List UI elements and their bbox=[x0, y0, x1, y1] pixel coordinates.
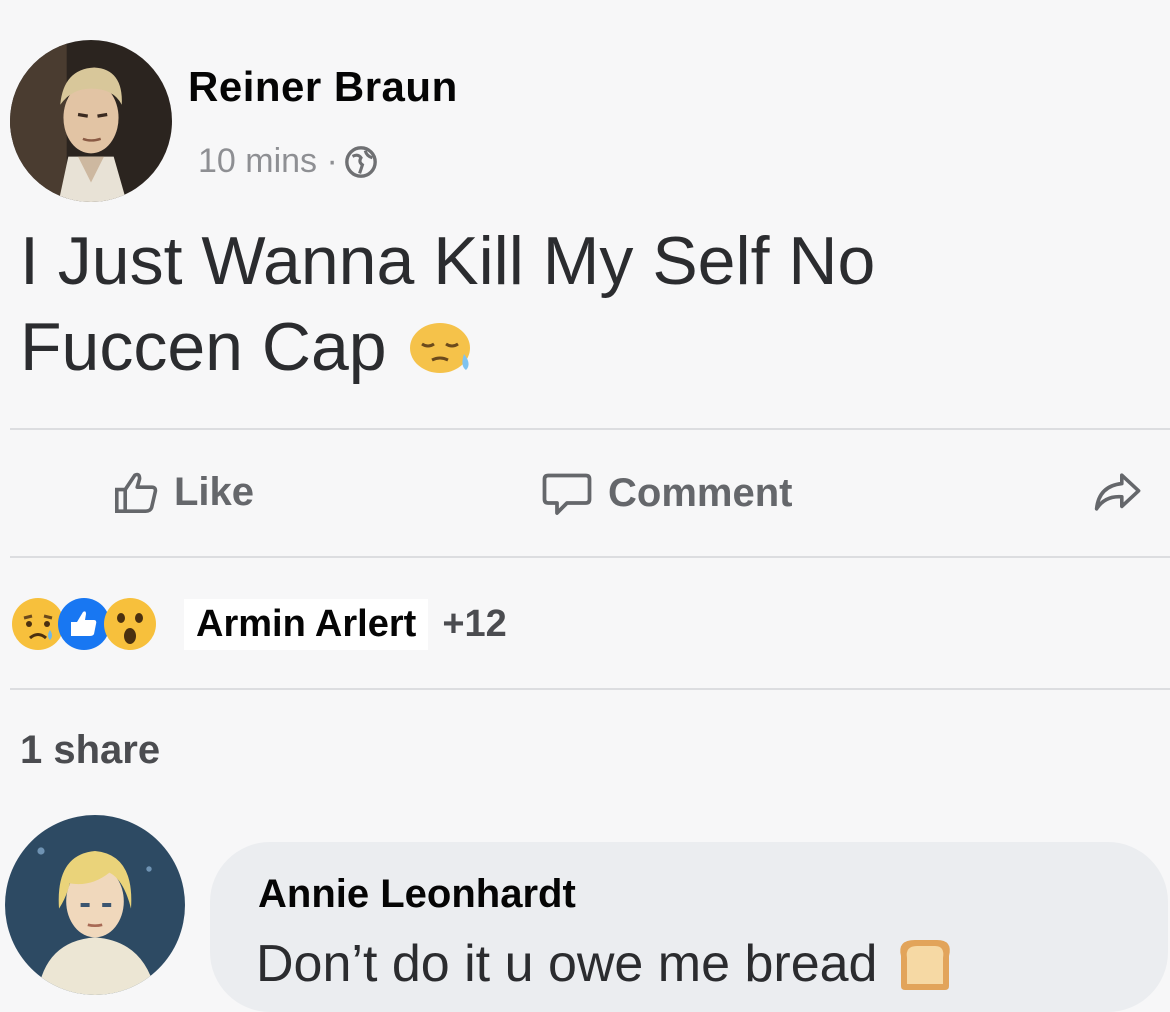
comment-author-name[interactable]: Annie Leonhardt bbox=[258, 872, 576, 917]
share-button[interactable] bbox=[1090, 468, 1144, 516]
thumbs-up-icon bbox=[112, 468, 160, 516]
post-text-line-2-text: Fuccen Cap bbox=[20, 309, 387, 385]
comment-bubble-icon bbox=[540, 468, 594, 518]
divider bbox=[10, 688, 1170, 690]
reactor-name[interactable]: Armin Arlert bbox=[184, 598, 429, 650]
comment-text-content: Don’t do it u owe me bread bbox=[256, 935, 878, 993]
comment-button[interactable]: Comment bbox=[540, 468, 792, 518]
post-text-line-2: Fuccen Cap bbox=[20, 304, 1160, 390]
reaction-count[interactable]: +12 bbox=[442, 603, 506, 646]
comment-label: Comment bbox=[608, 470, 793, 515]
share-arrow-icon bbox=[1090, 468, 1144, 516]
post-author-avatar[interactable] bbox=[10, 40, 172, 202]
divider bbox=[10, 428, 1170, 430]
sleepy-face-icon bbox=[406, 310, 478, 373]
post-body: I Just Wanna Kill My Self No Fuccen Cap bbox=[20, 218, 1160, 390]
wow-reaction-icon bbox=[102, 596, 158, 652]
like-label: Like bbox=[174, 469, 255, 514]
share-count[interactable]: 1 share bbox=[20, 728, 160, 773]
divider bbox=[10, 556, 1170, 558]
reactions-summary[interactable]: Armin Arlert +12 bbox=[10, 594, 507, 654]
post-author-name[interactable]: Reiner Braun bbox=[188, 63, 458, 111]
commenter-avatar[interactable] bbox=[5, 815, 185, 995]
bread-icon bbox=[891, 934, 957, 994]
post-text-line-1: I Just Wanna Kill My Self No bbox=[20, 223, 876, 299]
post-meta: 10 mins · bbox=[198, 142, 378, 181]
comment-text: Don’t do it u owe me bread bbox=[256, 934, 957, 994]
like-button[interactable]: Like bbox=[112, 468, 254, 516]
post-timestamp[interactable]: 10 mins · bbox=[198, 142, 338, 181]
globe-icon bbox=[344, 145, 378, 179]
